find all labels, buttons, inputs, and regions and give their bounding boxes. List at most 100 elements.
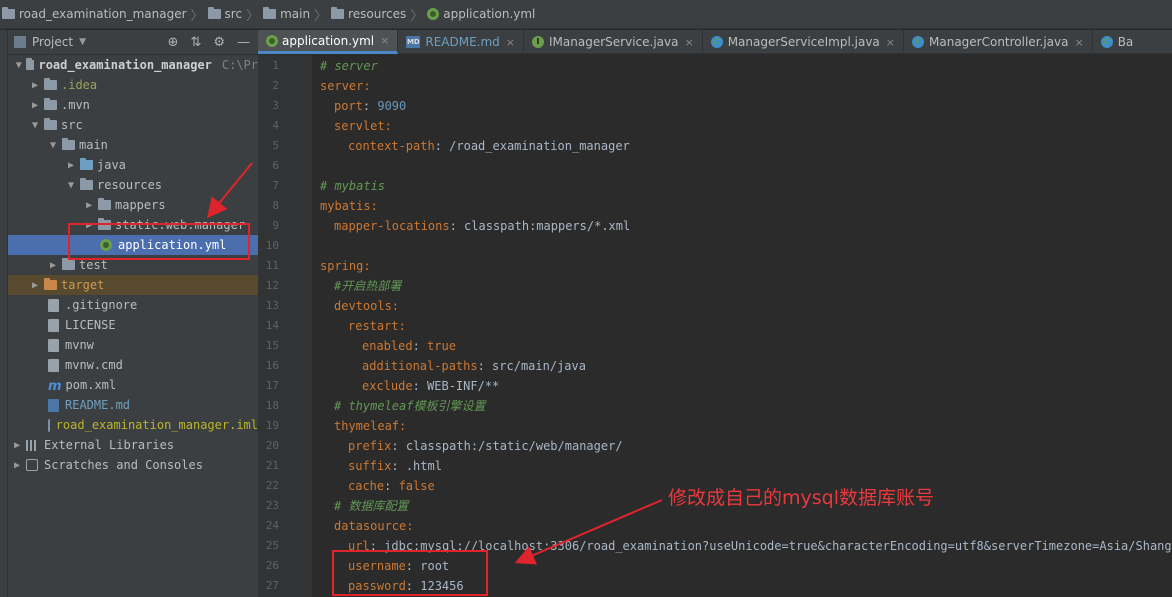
code-comment: # mybatis <box>320 179 386 193</box>
highlight-box-credentials <box>332 550 488 596</box>
line-number: 24 <box>265 519 279 532</box>
tree-item-license[interactable]: LICENSE <box>8 315 258 335</box>
tab-readme[interactable]: MD README.md × <box>398 30 525 54</box>
side-tool-strip[interactable] <box>0 30 8 597</box>
tree-item-external-libraries[interactable]: ▶ External Libraries <box>8 435 258 455</box>
collapsed-arrow-icon[interactable]: ▶ <box>28 280 42 291</box>
breadcrumb-resources[interactable]: resources <box>331 0 406 29</box>
code-line: mybatis: <box>320 196 378 216</box>
tree-item-pom-xml[interactable]: m pom.xml <box>8 375 258 395</box>
folder-icon <box>62 258 75 270</box>
tree-item-gitignore[interactable]: .gitignore <box>8 295 258 315</box>
tree-item-java[interactable]: ▶ java <box>8 155 258 175</box>
close-icon[interactable]: × <box>684 36 693 49</box>
code-editor[interactable]: 1 2 3 4 5 6 7 8 9 10 11 12 13 14 15 16 17 18 19 20 21 22 23 24 2… <box>258 55 1172 597</box>
collapse-all-icon[interactable]: ⇅ <box>190 35 201 50</box>
source-folder-icon <box>80 158 93 170</box>
yaml-file-icon <box>427 8 440 20</box>
breadcrumb-project[interactable]: road_examination_manager <box>2 0 187 29</box>
tab-imanagerservice[interactable]: I IManagerService.java × <box>524 30 703 54</box>
tree-item-mvnw-cmd[interactable]: mvnw.cmd <box>8 355 258 375</box>
tree-item-resources[interactable]: ▼ resources <box>8 175 258 195</box>
tab-managercontroller[interactable]: C ManagerController.java × <box>904 30 1093 54</box>
tab-managerserviceimpl[interactable]: C ManagerServiceImpl.java × <box>703 30 904 54</box>
line-number: 8 <box>272 199 279 212</box>
tree-item-main[interactable]: ▼ main <box>8 135 258 155</box>
collapsed-arrow-icon[interactable]: ▶ <box>82 200 96 211</box>
line-number: 19 <box>265 419 279 432</box>
markdown-file-icon: MD <box>406 36 421 48</box>
editor-tab-bar: application.yml × MD README.md × I IManagerS… <box>258 30 1172 54</box>
collapsed-arrow-icon[interactable]: ▶ <box>46 260 60 271</box>
line-number: 7 <box>272 179 279 192</box>
close-icon[interactable]: × <box>506 36 515 49</box>
code-line: prefix: classpath:/static/web/manager/ <box>348 439 623 453</box>
library-icon <box>26 439 38 451</box>
minimize-icon[interactable]: — <box>237 35 250 50</box>
collapsed-arrow-icon[interactable]: ▶ <box>64 160 78 171</box>
collapsed-arrow-icon[interactable]: ▶ <box>28 80 42 91</box>
folder-icon <box>25 58 35 70</box>
project-icon <box>14 36 26 48</box>
yaml-value: classpath:mappers/*.xml <box>464 219 631 233</box>
tab-truncated[interactable]: C Ba <box>1093 30 1142 54</box>
line-number: 4 <box>272 119 279 132</box>
folder-icon <box>207 7 221 19</box>
expanded-arrow-icon[interactable]: ▼ <box>14 60 24 71</box>
expanded-arrow-icon[interactable]: ▼ <box>28 120 42 131</box>
breadcrumb-file[interactable]: application.yml <box>427 0 535 29</box>
collapsed-arrow-icon[interactable]: ▶ <box>10 440 24 451</box>
tab-application-yml[interactable]: application.yml × <box>258 30 399 54</box>
tree-item-mappers[interactable]: ▶ mappers <box>8 195 258 215</box>
chevron-right-icon: 〉 <box>410 8 424 24</box>
yaml-value: .html <box>405 459 442 473</box>
collapsed-arrow-icon[interactable]: ▶ <box>28 100 42 111</box>
code-line: exclude: WEB-INF/** <box>362 379 500 393</box>
project-view-selector[interactable]: Project <box>32 35 73 49</box>
yaml-key: suffix <box>348 459 392 473</box>
tree-item-src[interactable]: ▼ src <box>8 115 258 135</box>
project-tree: ▼ road_examination_manager C:\Pr ▶ .idea ▶.… <box>8 55 258 475</box>
tree-item-root[interactable]: ▼ road_examination_manager C:\Pr <box>8 55 258 75</box>
close-icon[interactable]: × <box>886 36 895 49</box>
collapsed-arrow-icon[interactable]: ▶ <box>10 460 24 471</box>
line-number: 20 <box>265 439 279 452</box>
close-icon[interactable]: × <box>1074 36 1083 49</box>
locate-icon[interactable]: ⊕ <box>168 35 179 50</box>
line-number: 23 <box>265 499 279 512</box>
line-number: 6 <box>272 159 279 172</box>
line-number: 10 <box>265 239 279 252</box>
tree-item-mvnw[interactable]: mvnw <box>8 335 258 355</box>
yaml-key: thymeleaf: <box>334 419 407 433</box>
line-number: 3 <box>272 99 279 112</box>
line-number: 1 <box>272 59 279 72</box>
yaml-value: true <box>427 339 456 353</box>
tree-item-scratches[interactable]: ▶ Scratches and Consoles <box>8 455 258 475</box>
code-line: # thymeleaf模板引擎设置 <box>334 396 485 416</box>
line-number: 25 <box>265 539 279 552</box>
line-number: 21 <box>265 459 279 472</box>
tree-item-iml[interactable]: road_examination_manager.iml <box>8 415 258 435</box>
tree-item-mvn[interactable]: ▶ .mvn <box>8 95 258 115</box>
tree-item-target[interactable]: ▶ target <box>8 275 258 295</box>
line-number: 12 <box>265 279 279 292</box>
chevron-down-icon[interactable]: ▼ <box>79 37 86 47</box>
gear-icon[interactable]: ⚙ <box>213 35 225 50</box>
tree-item-idea[interactable]: ▶ .idea <box>8 75 258 95</box>
yaml-key: port <box>334 99 363 113</box>
breadcrumb-src[interactable]: src <box>207 0 242 29</box>
line-number: 17 <box>265 379 279 392</box>
breadcrumb-main[interactable]: main <box>263 0 310 29</box>
class-icon: C <box>710 36 723 48</box>
line-number: 26 <box>265 559 279 572</box>
expanded-arrow-icon[interactable]: ▼ <box>46 140 60 151</box>
resources-folder-icon <box>331 7 345 19</box>
folder-icon <box>44 78 57 90</box>
tree-item-readme[interactable]: README.md <box>8 395 258 415</box>
close-icon[interactable]: × <box>380 34 389 47</box>
code-line: mapper-locations: classpath:mappers/*.xm… <box>334 219 631 233</box>
expanded-arrow-icon[interactable]: ▼ <box>64 180 78 191</box>
code-line: suffix: .html <box>348 459 442 473</box>
yaml-key: prefix <box>348 439 392 453</box>
yaml-value: 9090 <box>377 99 407 113</box>
